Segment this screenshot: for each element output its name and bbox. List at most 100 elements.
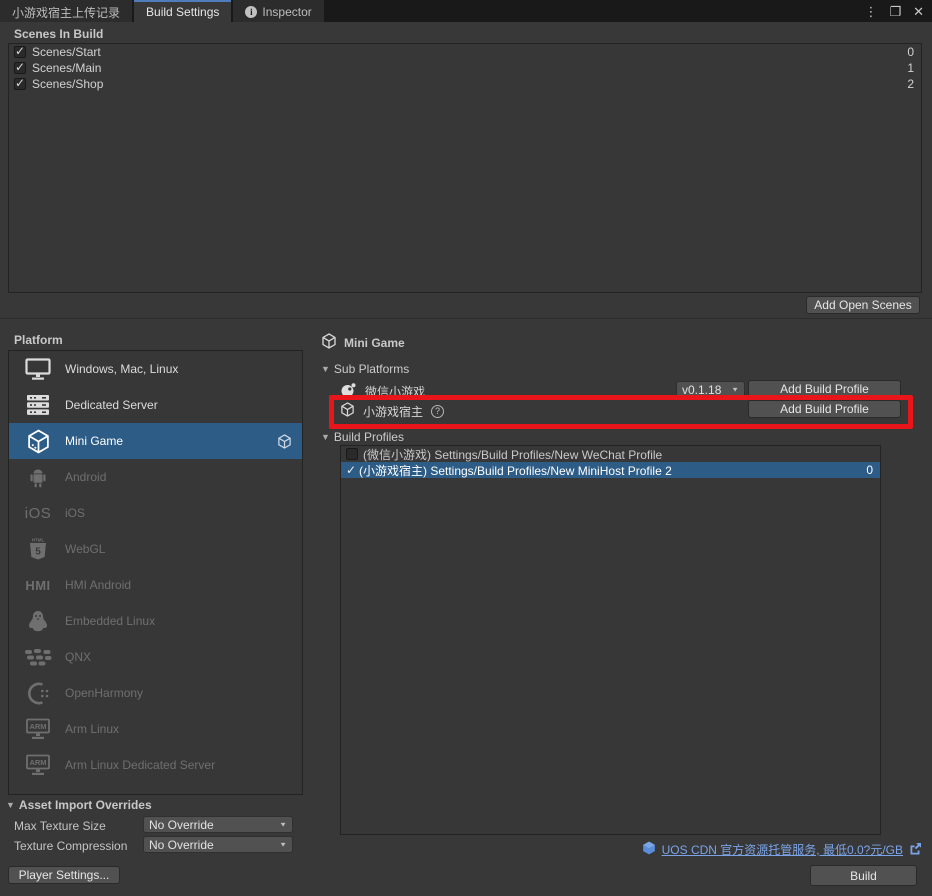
scene-row[interactable]: ✓ Scenes/Start 0 [9,44,921,60]
platform-item-mini-game[interactable]: Mini Game [9,423,302,459]
foldout-triangle-icon: ▼ [321,432,330,442]
scene-index: 1 [907,61,916,75]
scene-name: Scenes/Shop [32,77,103,91]
scenes-in-build-title: Scenes In Build [14,27,103,41]
wechat-add-build-profile-button[interactable]: Add Build Profile [748,380,901,398]
section-divider [0,318,932,319]
uos-cdn-link[interactable]: UOS CDN 官方资源托管服务, 最低0.0?元/GB [662,841,903,858]
tab-label: Inspector [262,5,311,19]
platform-item-embedded-linux[interactable]: Embedded Linux [9,603,302,639]
tab-minigame-upload-log[interactable]: 小游戏宿主上传记录 [0,0,132,22]
platform-item-ios[interactable]: iOS iOS [9,495,302,531]
platform-item-webgl[interactable]: HTML 5 WebGL [9,531,302,567]
server-icon [21,394,55,416]
platform-label: Dedicated Server [65,398,158,412]
maximize-icon[interactable]: ❐ [889,5,901,18]
platform-label: Arm Linux [65,722,119,736]
help-icon[interactable]: ? [431,405,444,418]
texture-compression-label: Texture Compression [14,839,127,853]
scene-row[interactable]: ✓ Scenes/Main 1 [9,60,921,76]
minigame-cube-icon [340,402,355,420]
scene-index: 2 [907,77,916,91]
platform-item-qnx[interactable]: QNX [9,639,302,675]
chevron-down-icon: ▼ [279,821,287,828]
max-texture-size-dropdown[interactable]: No Override ▼ [143,816,293,833]
platform-item-arm-linux-dedicated-server[interactable]: ARM Arm Linux Dedicated Server [9,747,302,783]
texture-compression-dropdown[interactable]: No Override ▼ [143,836,293,853]
profile-index: 0 [866,463,875,477]
tab-inspector[interactable]: i Inspector [233,0,323,22]
scene-name: Scenes/Main [32,61,101,75]
profile-checkbox[interactable]: ✓ [346,463,359,477]
profile-name: (微信小游戏) Settings/Build Profiles/New WeCh… [363,446,662,463]
mini-game-title: Mini Game [344,336,405,350]
android-icon [21,466,55,488]
profile-checkbox[interactable] [346,448,358,460]
max-texture-size-label: Max Texture Size [14,819,106,833]
wechat-version-dropdown[interactable]: v0.1.18 ▼ [676,381,745,398]
mini-game-header: Mini Game [321,333,405,352]
platform-label: HMI Android [65,578,131,592]
minigame-cube-icon [321,333,337,352]
uos-cube-icon [642,841,656,858]
svg-text:ARM: ARM [29,758,46,767]
wechat-minigame-icon [340,382,357,401]
dropdown-value: v0.1.18 [682,383,721,397]
dropdown-value: No Override [149,818,214,832]
penguin-icon [21,610,55,633]
add-open-scenes-button[interactable]: Add Open Scenes [806,296,920,314]
player-settings-button[interactable]: Player Settings... [8,866,120,884]
tab-bar: 小游戏宿主上传记录 Build Settings i Inspector ⋮ ❐… [0,0,932,22]
svg-text:ARM: ARM [29,722,46,731]
platform-item-android[interactable]: Android [9,459,302,495]
scene-index: 0 [907,45,916,59]
platform-item-arm-linux[interactable]: ARM Arm Linux [9,711,302,747]
chevron-down-icon: ▼ [731,386,739,393]
tab-label: Build Settings [146,5,219,19]
platform-label: Embedded Linux [65,614,155,628]
svg-text:5: 5 [35,547,41,558]
scene-checkbox[interactable]: ✓ [14,46,26,58]
build-profiles-list: (微信小游戏) Settings/Build Profiles/New WeCh… [340,445,881,835]
sub-platforms-foldout[interactable]: ▼ Sub Platforms [321,362,409,376]
arm-monitor-icon: ARM [21,754,55,777]
openharmony-icon [21,681,55,706]
info-icon: i [245,6,257,18]
platform-label: OpenHarmony [65,686,143,700]
qnx-dots-icon [21,649,55,666]
build-profile-row[interactable]: (微信小游戏) Settings/Build Profiles/New WeCh… [341,446,880,462]
minigame-cube-icon [21,429,55,454]
build-button[interactable]: Build [810,865,917,886]
build-profiles-foldout[interactable]: ▼ Build Profiles [321,430,404,444]
profile-name: (小游戏宿主) Settings/Build Profiles/New Mini… [359,462,672,479]
minigame-cube-icon [277,434,292,449]
scene-checkbox[interactable]: ✓ [14,62,26,74]
window-menu-icon[interactable]: ⋮ [864,5,877,18]
close-icon[interactable]: ✕ [913,5,924,18]
minihost-add-build-profile-button[interactable]: Add Build Profile [748,400,901,418]
platform-item-dedicated-server[interactable]: Dedicated Server [9,387,302,423]
tab-build-settings[interactable]: Build Settings [134,0,231,22]
window-controls: ⋮ ❐ ✕ [864,0,932,22]
build-profiles-title: Build Profiles [334,430,404,444]
asset-import-overrides-foldout[interactable]: ▼ Asset Import Overrides [6,798,152,812]
platform-item-windows-mac-linux[interactable]: Windows, Mac, Linux [9,351,302,387]
subplatform-label: 微信小游戏 [365,383,425,400]
platform-item-openharmony[interactable]: OpenHarmony [9,675,302,711]
sub-platforms-title: Sub Platforms [334,362,409,376]
svg-text:HTML: HTML [32,538,45,543]
scene-row[interactable]: ✓ Scenes/Shop 2 [9,76,921,92]
build-profile-row[interactable]: ✓ (小游戏宿主) Settings/Build Profiles/New Mi… [341,462,880,478]
subplatform-label: 小游戏宿主 [363,403,423,420]
platform-label: QNX [65,650,91,664]
html5-shield-icon: HTML 5 [21,537,55,561]
desktop-icon [21,358,55,380]
external-link-icon [909,842,922,858]
chevron-down-icon: ▼ [279,841,287,848]
platform-title: Platform [14,333,63,347]
platform-label: WebGL [65,542,105,556]
scene-checkbox[interactable]: ✓ [14,78,26,90]
hmi-icon: HMI [21,578,55,593]
platform-item-hmi-android[interactable]: HMI HMI Android [9,567,302,603]
platform-label: Arm Linux Dedicated Server [65,758,215,772]
